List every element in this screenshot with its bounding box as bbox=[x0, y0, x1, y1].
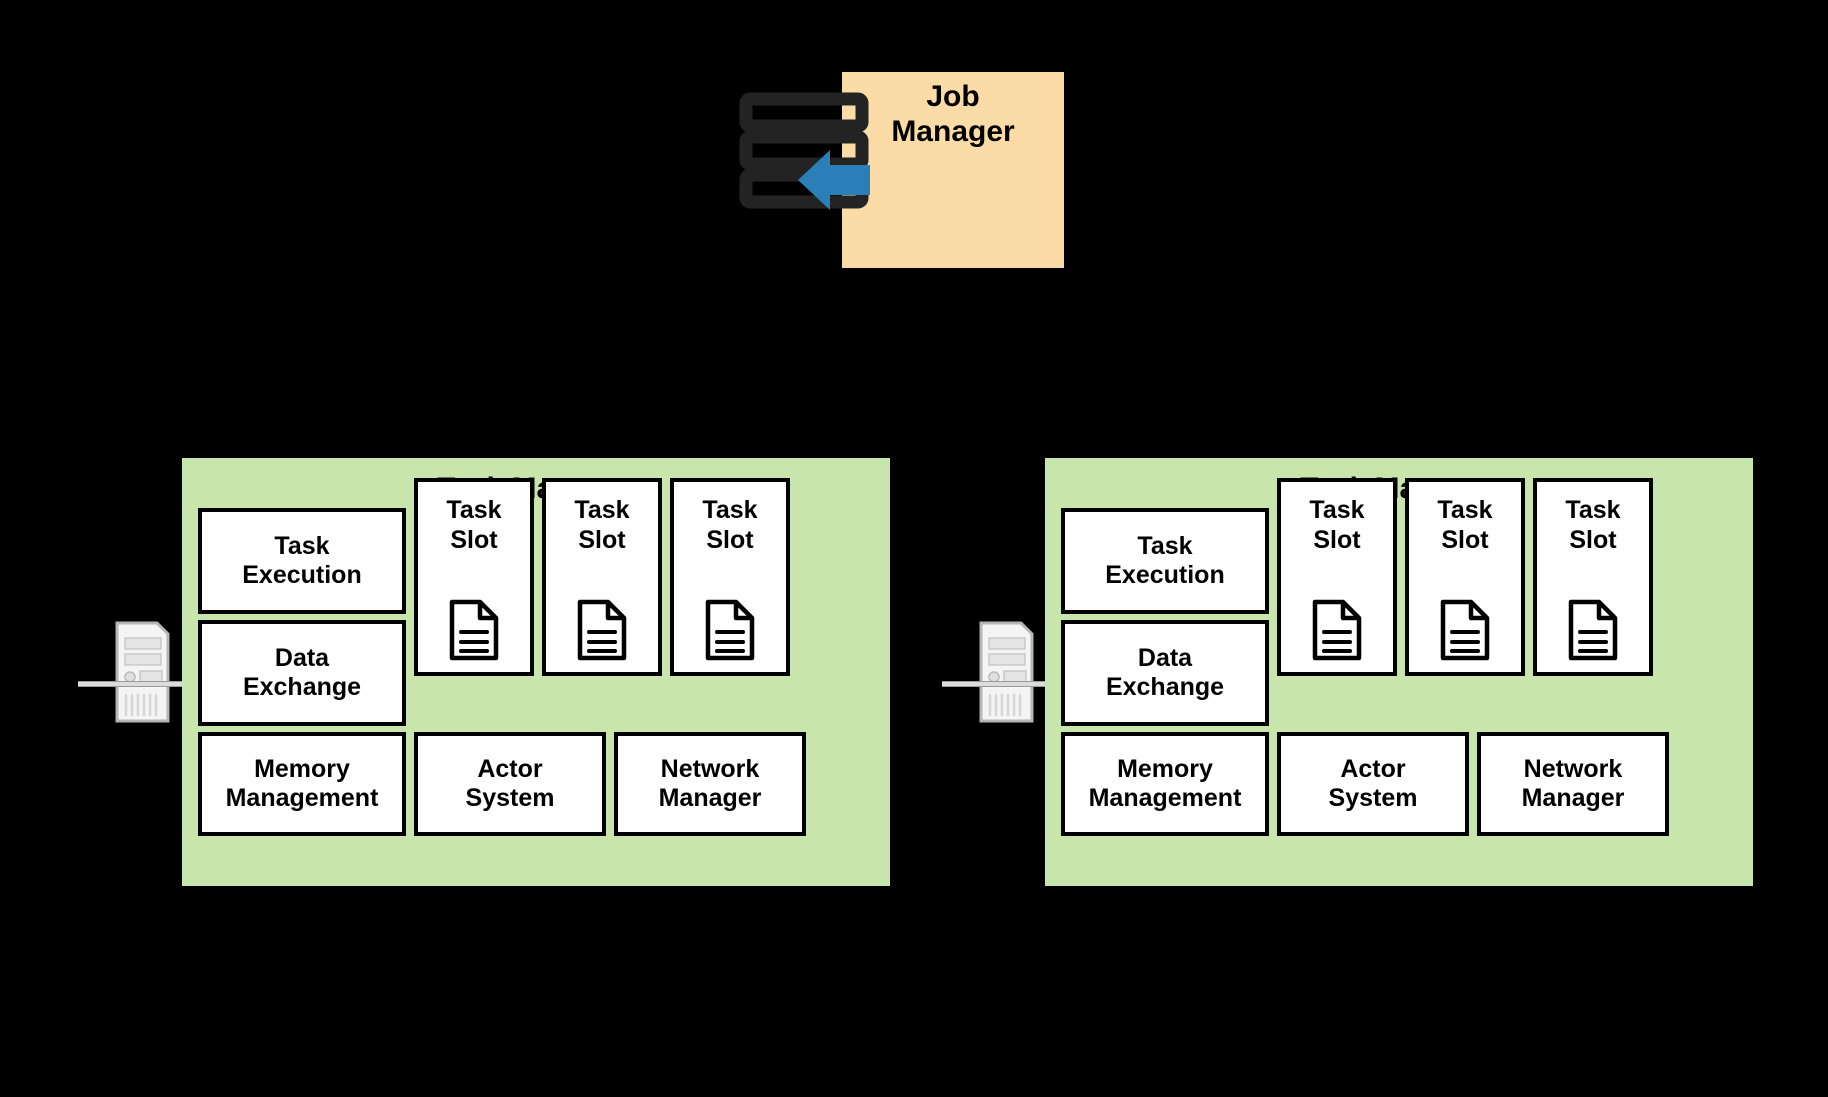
document-icon bbox=[1312, 599, 1362, 661]
task-slot-label: Task Slot bbox=[1437, 496, 1493, 554]
task-slot-label: Task Slot bbox=[1565, 496, 1621, 554]
task-slot-2-2[interactable]: Task Slot bbox=[1405, 478, 1525, 676]
document-icon bbox=[449, 599, 499, 661]
document-icon bbox=[1440, 599, 1490, 661]
component-label: Network Manager bbox=[658, 754, 762, 813]
component-network-manager-1[interactable]: Network Manager bbox=[614, 732, 806, 836]
component-task-execution-1[interactable]: Task Execution bbox=[198, 508, 406, 614]
component-label: Task Execution bbox=[1105, 531, 1225, 590]
server-tower-icon-2 bbox=[979, 621, 1034, 723]
component-network-manager-2[interactable]: Network Manager bbox=[1477, 732, 1669, 836]
task-slot-label: Task Slot bbox=[446, 496, 502, 554]
component-label: Actor System bbox=[465, 754, 555, 813]
component-label: Data Exchange bbox=[242, 643, 362, 702]
component-label: Memory Management bbox=[225, 754, 379, 813]
job-manager-label: Job Manager bbox=[891, 80, 1015, 148]
task-manager-2[interactable]: Task Manager Task Execution Data Exchang… bbox=[1045, 458, 1753, 886]
component-label: Memory Management bbox=[1088, 754, 1242, 813]
server-tower-icon-1 bbox=[115, 621, 170, 723]
task-slot-2-3[interactable]: Task Slot bbox=[1533, 478, 1653, 676]
component-data-exchange-2[interactable]: Data Exchange bbox=[1061, 620, 1269, 726]
task-slot-label: Task Slot bbox=[1309, 496, 1365, 554]
component-data-exchange-1[interactable]: Data Exchange bbox=[198, 620, 406, 726]
component-label: Task Execution bbox=[242, 531, 362, 590]
component-actor-system-2[interactable]: Actor System bbox=[1277, 732, 1469, 836]
component-task-execution-2[interactable]: Task Execution bbox=[1061, 508, 1269, 614]
component-memory-management-2[interactable]: Memory Management bbox=[1061, 732, 1269, 836]
component-actor-system-1[interactable]: Actor System bbox=[414, 732, 606, 836]
task-slot-label: Task Slot bbox=[702, 496, 758, 554]
task-manager-1[interactable]: Task Manager Task Execution Data Exchang… bbox=[182, 458, 890, 886]
component-label: Actor System bbox=[1328, 754, 1418, 813]
component-label: Data Exchange bbox=[1105, 643, 1225, 702]
diagram-canvas: Job Manager Task Manager Task Execution … bbox=[0, 0, 1828, 1097]
component-memory-management-1[interactable]: Memory Management bbox=[198, 732, 406, 836]
task-slot-label: Task Slot bbox=[574, 496, 630, 554]
component-label: Network Manager bbox=[1521, 754, 1625, 813]
document-icon bbox=[1568, 599, 1618, 661]
task-slot-1-1[interactable]: Task Slot bbox=[414, 478, 534, 676]
document-icon bbox=[705, 599, 755, 661]
task-slot-2-1[interactable]: Task Slot bbox=[1277, 478, 1397, 676]
document-icon bbox=[577, 599, 627, 661]
task-slot-1-3[interactable]: Task Slot bbox=[670, 478, 790, 676]
task-slot-1-2[interactable]: Task Slot bbox=[542, 478, 662, 676]
